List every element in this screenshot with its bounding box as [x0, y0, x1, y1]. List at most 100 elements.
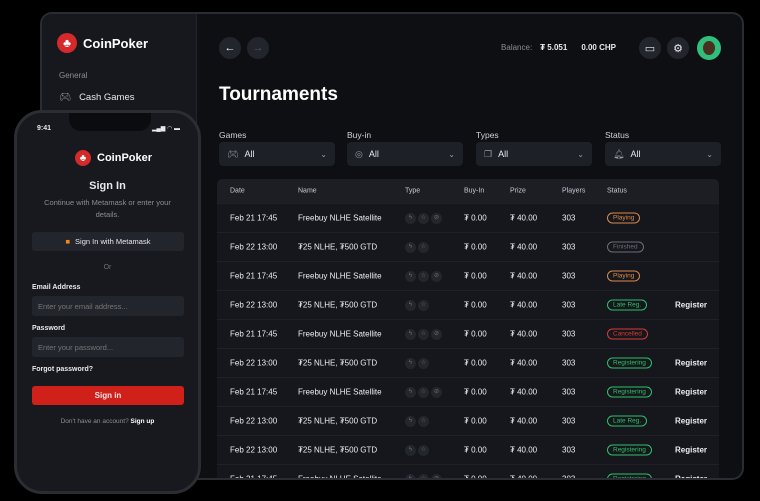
name-cell: Freebuy NLHE Satellite: [298, 474, 382, 480]
phone-notch: [69, 113, 151, 131]
avatar[interactable]: [697, 36, 721, 60]
forgot-password-link[interactable]: Forgot password?: [32, 366, 93, 373]
name-cell: Freebuy NLHE Satellite: [298, 271, 382, 281]
table-row[interactable]: Feb 21 17:45 Freebuy NLHE Satellite ϟ ☆ ⊘ …: [217, 464, 719, 480]
column-header[interactable]: Prize: [510, 188, 526, 195]
type-icons: ϟ ☆ ⊘: [405, 386, 444, 398]
gear-icon[interactable]: ⚙: [667, 37, 689, 59]
sidebar-section-label: General: [59, 71, 88, 80]
status-badge: Finished: [607, 241, 644, 253]
filter-games-select[interactable]: 🎮︎ All ⌄: [219, 142, 335, 166]
sidebar-item-cash-games[interactable]: 🎮︎ Cash Games: [59, 92, 135, 103]
star-icon: ☆: [418, 387, 429, 398]
column-header[interactable]: Date: [230, 188, 245, 195]
email-input[interactable]: [32, 296, 184, 316]
filter-value: All: [244, 149, 255, 159]
gamepad-icon: 🎮︎: [59, 92, 72, 103]
name-cell: Freebuy NLHE Satellite: [298, 387, 382, 397]
prize-cell: ₮ 40.00: [510, 242, 538, 252]
chevron-down-icon: ⌄: [577, 149, 584, 159]
star-icon: ☆: [418, 213, 429, 224]
table-row[interactable]: Feb 21 17:45 Freebuy NLHE Satellite ϟ ☆ ⊘ …: [217, 203, 719, 232]
buyin-cell: ₮ 0.00: [464, 300, 487, 310]
balance-label: Balance:: [501, 43, 533, 52]
star-icon: ☆: [418, 474, 429, 478]
status-badge: Registering: [607, 444, 652, 456]
prize-cell: ₮ 40.00: [510, 213, 538, 223]
sign-up-link[interactable]: Sign up: [131, 418, 155, 425]
table-row[interactable]: Feb 22 13:00 ₮25 NLHE, ₮500 GTD ϟ ☆ ₮ 0.0…: [217, 435, 719, 464]
table-row[interactable]: Feb 21 17:45 Freebuy NLHE Satellite ϟ ☆ ⊘ …: [217, 261, 719, 290]
email-label: Email Address: [32, 284, 81, 291]
register-button[interactable]: Register: [675, 388, 707, 397]
players-cell: 303: [562, 329, 576, 339]
players-cell: 303: [562, 387, 576, 397]
wallet-icon[interactable]: ▭: [639, 37, 661, 59]
players-cell: 303: [562, 474, 576, 480]
balance: Balance: ₮ 5.051 0.00 CHP: [501, 43, 616, 52]
column-header[interactable]: Status: [607, 188, 627, 195]
date-cell: Feb 22 13:00: [230, 242, 278, 252]
register-button[interactable]: Register: [675, 446, 707, 455]
prize-cell: ₮ 40.00: [510, 358, 538, 368]
balance-value: ₮ 5.051: [540, 43, 568, 52]
sign-in-button[interactable]: Sign in: [32, 386, 184, 405]
status-badge: Cancelled: [607, 328, 648, 340]
column-header[interactable]: Name: [298, 188, 317, 195]
bolt-icon: ϟ: [405, 300, 416, 311]
bolt-icon: ϟ: [405, 474, 416, 478]
status-badge: Playing: [607, 212, 641, 224]
no-account-text: Don't have an account?: [60, 418, 129, 425]
bolt-icon: ϟ: [405, 445, 416, 456]
date-cell: Feb 21 17:45: [230, 213, 278, 223]
bolt-icon: ϟ: [405, 387, 416, 398]
brand-name: CoinPoker: [83, 35, 149, 51]
filter-label: Games: [219, 130, 247, 140]
bolt-icon: ϟ: [405, 329, 416, 340]
password-input[interactable]: [32, 337, 184, 357]
register-button[interactable]: Register: [675, 301, 707, 310]
star-icon: ☆: [418, 329, 429, 340]
chevron-down-icon: ⌄: [448, 149, 455, 159]
players-cell: 303: [562, 358, 576, 368]
type-icons: ϟ ☆: [405, 444, 431, 456]
status-badge: Registering: [607, 357, 652, 369]
type-icons: ϟ ☆: [405, 241, 431, 253]
type-icons: ϟ ☆: [405, 299, 431, 311]
column-header[interactable]: Players: [562, 188, 585, 195]
filter-value: All: [498, 149, 509, 159]
metamask-label: Sign In with Metamask: [75, 237, 151, 246]
name-cell: Freebuy NLHE Satellite: [298, 329, 382, 339]
metamask-icon: ■: [65, 237, 71, 246]
table-row[interactable]: Feb 22 13:00 ₮25 NLHE, ₮500 GTD ϟ ☆ ₮ 0.0…: [217, 232, 719, 261]
forward-button[interactable]: →: [247, 37, 269, 59]
register-button[interactable]: Register: [675, 417, 707, 426]
table-row[interactable]: Feb 22 13:00 ₮25 NLHE, ₮500 GTD ϟ ☆ ₮ 0.0…: [217, 406, 719, 435]
tournaments-table: Date Name Type Buy-In Prize Players Status Feb…: [217, 179, 719, 480]
back-button[interactable]: ←: [219, 37, 241, 59]
filter-types-select[interactable]: ❐ All ⌄: [476, 142, 592, 166]
register-button[interactable]: Register: [675, 359, 707, 368]
status-badge: Late Reg.: [607, 299, 648, 311]
main-content: ← → Balance: ₮ 5.051 0.00 CHP ▭ ⚙ Tourna…: [197, 14, 742, 478]
buyin-cell: ₮ 0.00: [464, 387, 487, 397]
table-row[interactable]: Feb 22 13:00 ₮25 NLHE, ₮500 GTD ϟ ☆ ₮ 0.0…: [217, 348, 719, 377]
date-cell: Feb 22 13:00: [230, 445, 278, 455]
filter-buy-in-select[interactable]: ◎ All ⌄: [347, 142, 463, 166]
star-icon: ☆: [418, 416, 429, 427]
register-button[interactable]: Register: [675, 475, 707, 479]
chevron-down-icon: ⌄: [706, 149, 713, 159]
name-cell: ₮25 NLHE, ₮500 GTD: [298, 300, 378, 310]
table-row[interactable]: Feb 22 13:00 ₮25 NLHE, ₮500 GTD ϟ ☆ ₮ 0.0…: [217, 290, 719, 319]
table-row[interactable]: Feb 21 17:45 Freebuy NLHE Satellite ϟ ☆ ⊘ …: [217, 319, 719, 348]
logo[interactable]: ♣ CoinPoker: [57, 33, 148, 53]
players-cell: 303: [562, 242, 576, 252]
metamask-button[interactable]: ■ Sign In with Metamask: [32, 232, 184, 251]
filter-status-select[interactable]: 🔔︎ All ⌄: [605, 142, 721, 166]
table-row[interactable]: Feb 21 17:45 Freebuy NLHE Satellite ϟ ☆ ⊘ …: [217, 377, 719, 406]
type-icons: ϟ ☆: [405, 357, 431, 369]
status-badge: Registering: [607, 386, 652, 398]
star-icon: ☆: [418, 242, 429, 253]
column-header[interactable]: Type: [405, 188, 420, 195]
column-header[interactable]: Buy-In: [464, 188, 484, 195]
